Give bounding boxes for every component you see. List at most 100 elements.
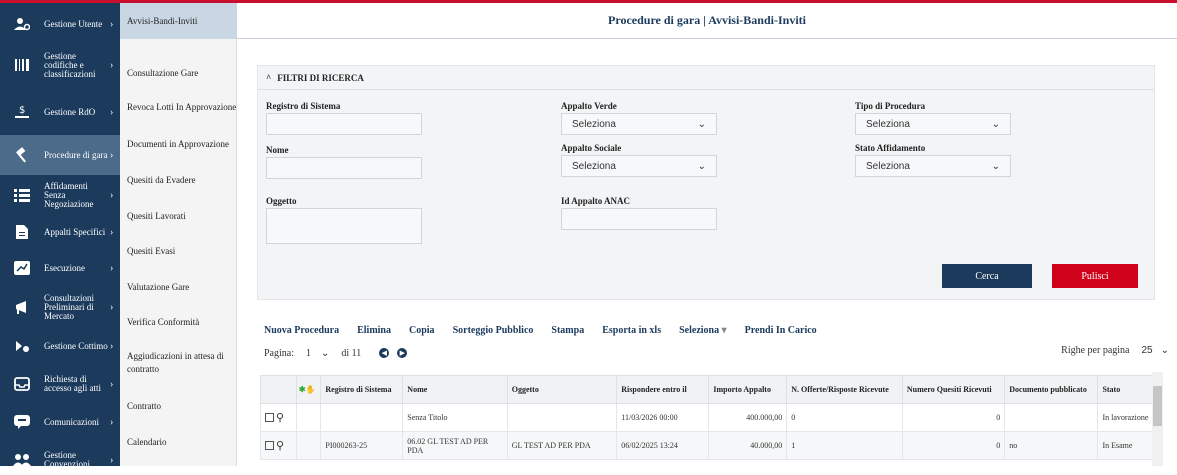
chevron-right-icon: ›: [110, 189, 114, 201]
prev-page-icon[interactable]: ◀: [379, 348, 390, 358]
chevron-down-icon: ⌄: [991, 118, 1000, 130]
sidebar-item-consultazioni[interactable]: Consultazioni Preliminari di Mercato ›: [0, 289, 120, 325]
sidebar-item-esecuzione[interactable]: Esecuzione ›: [0, 253, 120, 283]
chevron-right-icon: ›: [110, 454, 114, 466]
cell-documento: no: [1004, 431, 1099, 460]
hand-dollar-icon: $: [0, 104, 44, 120]
rows-label: Righe per pagina: [1061, 345, 1130, 356]
col-documento[interactable]: Documento pubblicato: [1004, 375, 1099, 404]
pulisci-button[interactable]: Pulisci: [1052, 264, 1138, 288]
search-icon[interactable]: ⚲: [276, 440, 284, 452]
sorteggio-button[interactable]: Sorteggio Pubblico: [453, 325, 534, 336]
submenu-item-valutazione-gare[interactable]: Valutazione Gare: [120, 281, 237, 294]
sidebar-item-comunicazioni[interactable]: Comunicazioni ›: [0, 407, 120, 437]
cell-offerte: 1: [786, 431, 903, 460]
appalto-sociale-label: Appalto Sociale: [561, 143, 622, 153]
chat-icon: [0, 415, 44, 429]
submenu-item-quesiti-lavorati[interactable]: Quesiti Lavorati: [120, 210, 237, 223]
row-flags: [295, 431, 322, 460]
sidebar-item-procedure-di-gara[interactable]: Procedure di gara ›: [0, 135, 120, 175]
sidebar-item-label: Consultazioni Preliminari di Mercato: [44, 292, 94, 321]
prendi-in-carico-button[interactable]: Prendi In Carico: [745, 325, 817, 336]
cell-nome[interactable]: 06.02 GL TEST AD PER PDA: [402, 431, 508, 460]
chevron-right-icon: ›: [110, 149, 114, 161]
search-icon[interactable]: ⚲: [276, 412, 284, 424]
copia-button[interactable]: Copia: [409, 325, 435, 336]
table-scrollbar[interactable]: [1152, 372, 1163, 466]
col-quesiti[interactable]: Numero Quesiti Ricevuti: [901, 375, 1006, 404]
stato-affidamento-select[interactable]: Seleziona ⌄: [855, 155, 1011, 177]
sidebar-item-codifiche[interactable]: Gestione codifiche e classificazioni ›: [0, 47, 120, 83]
chevron-right-icon: ›: [110, 378, 114, 390]
stato-affidamento-value: Seleziona: [866, 160, 910, 172]
submenu-item-documenti-approvazione[interactable]: Documenti in Approvazione: [120, 138, 237, 151]
sidebar-item-gestione-utente[interactable]: Gestione Utente ›: [0, 9, 120, 39]
submenu-item-calendario[interactable]: Calendario: [120, 436, 237, 449]
barcode-icon: [0, 58, 44, 72]
col-oggetto[interactable]: Oggetto: [506, 375, 618, 404]
submenu-item-aggiudicazioni[interactable]: Aggiudicazioni in attesa di contratto: [120, 350, 230, 376]
cell-oggetto: GL TEST AD PER PDA: [506, 431, 618, 460]
sidebar-item-label: Appalti Specifici: [44, 226, 106, 237]
sidebar-item-label: Gestione Utente: [44, 18, 103, 29]
row-checkbox[interactable]: [265, 413, 274, 422]
nome-input[interactable]: [266, 157, 422, 179]
rows-select[interactable]: 25 ⌄: [1141, 345, 1169, 356]
sidebar-item-appalti-specifici[interactable]: Appalti Specifici ›: [0, 217, 120, 247]
submenu-item-quesiti-evasi[interactable]: Quesiti Evasi: [120, 245, 237, 258]
seleziona-dropdown[interactable]: Seleziona ▾: [679, 325, 727, 336]
oggetto-textarea[interactable]: [266, 208, 422, 244]
col-registro[interactable]: Registro di Sistema: [320, 375, 404, 404]
cell-rispondere: 06/02/2025 13:24: [616, 431, 710, 460]
next-page-icon[interactable]: ▶: [397, 348, 408, 358]
users-gear-icon: [0, 17, 44, 31]
id-anac-input[interactable]: [561, 208, 717, 230]
cell-nome[interactable]: Senza Titolo: [402, 403, 508, 432]
submenu-item-revoca-lotti[interactable]: Revoca Lotti In Approvazione: [120, 101, 237, 114]
sidebar-item-label: Gestione Cottimo: [44, 340, 108, 351]
sidebar-item-gestione-cottimo[interactable]: Gestione Cottimo ›: [0, 331, 120, 361]
contract-icon: [0, 338, 44, 354]
caret-down-icon: ▾: [721, 325, 727, 336]
submenu: Avvisi-Bandi-Inviti Consultazione Gare R…: [120, 3, 237, 466]
appalto-verde-select[interactable]: Seleziona ⌄: [561, 113, 717, 135]
scrollbar-thumb[interactable]: [1153, 386, 1162, 426]
elimina-button[interactable]: Elimina: [357, 325, 391, 336]
tipo-procedura-select[interactable]: Seleziona ⌄: [855, 113, 1011, 135]
sidebar-item-label: Gestione codifiche e classificazioni: [44, 50, 96, 79]
submenu-item-contratto[interactable]: Contratto: [120, 400, 237, 413]
table-header-row: ✱✋ Registro di Sistema Nome Oggetto Risp…: [260, 375, 1162, 404]
page-select[interactable]: 1 ⌄: [302, 348, 333, 359]
flags-column-header: ✱✋: [295, 375, 322, 404]
col-importo[interactable]: Importo Appalto: [708, 375, 788, 404]
submenu-item-quesiti-evadere[interactable]: Quesiti da Evadere: [120, 174, 237, 187]
submenu-item-avvisi[interactable]: Avvisi-Bandi-Inviti: [120, 3, 237, 39]
cell-registro: [320, 403, 404, 432]
submenu-item-consultazione-gare[interactable]: Consultazione Gare: [120, 67, 237, 80]
registro-label: Registro di Sistema: [266, 101, 341, 111]
sidebar-item-accesso-atti[interactable]: Richiesta di accesso agli atti ›: [0, 369, 120, 399]
cell-oggetto: [506, 403, 618, 432]
chevron-right-icon: ›: [110, 106, 114, 118]
appalto-verde-label: Appalto Verde: [561, 101, 617, 111]
sidebar-item-affidamenti[interactable]: Affidamenti Senza Negoziazione ›: [0, 177, 120, 213]
stampa-button[interactable]: Stampa: [551, 325, 584, 336]
registro-input[interactable]: [266, 113, 422, 135]
cell-importo: 40.000,00: [708, 431, 788, 460]
row-checkbox[interactable]: [265, 441, 274, 450]
filters-toggle[interactable]: ^ FILTRI DI RICERCA: [258, 66, 1154, 90]
tipo-procedura-value: Seleziona: [866, 118, 910, 130]
col-offerte[interactable]: N. Offerte/Risposte Ricevute: [786, 375, 903, 404]
sidebar-item-gestione-rdo[interactable]: $ Gestione RdO ›: [0, 97, 120, 127]
submenu-item-verifica-conformita[interactable]: Verifica Conformità: [120, 316, 237, 329]
col-rispondere[interactable]: Rispondere entro il: [616, 375, 710, 404]
sidebar-item-label: Procedure di gara: [44, 149, 108, 160]
appalto-sociale-select[interactable]: Seleziona ⌄: [561, 155, 717, 177]
chevron-right-icon: ›: [110, 340, 114, 352]
chevron-right-icon: ›: [110, 226, 114, 238]
cerca-button[interactable]: Cerca: [942, 264, 1032, 288]
esporta-button[interactable]: Esporta in xls: [602, 325, 661, 336]
sidebar-item-convenzioni[interactable]: Gestione Convenzioni ›: [0, 445, 120, 475]
nuova-procedura-button[interactable]: Nuova Procedura: [264, 325, 339, 336]
col-nome[interactable]: Nome: [402, 375, 508, 404]
